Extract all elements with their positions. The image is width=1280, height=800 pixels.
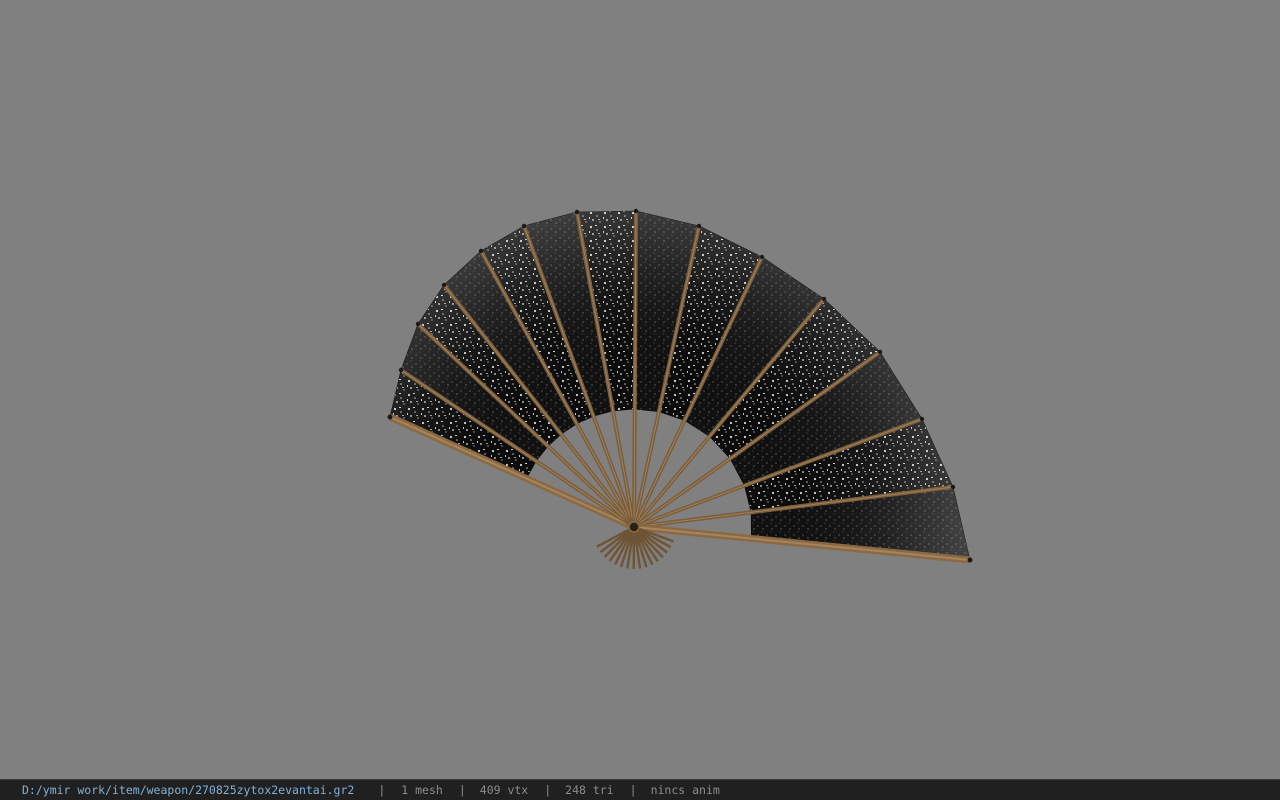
triangle-count-label: 248 tri (565, 783, 614, 797)
fan-rib-tip (415, 321, 421, 327)
fan-rib-tip (821, 296, 827, 302)
mesh-count-label: 1 mesh (401, 783, 443, 797)
vertex-count-label: 409 vtx (479, 783, 529, 797)
fan-rib-tip (967, 557, 973, 563)
fan-rib-tip (398, 367, 404, 373)
fan-rib-tip (521, 223, 527, 229)
fan-rib-tip (696, 223, 702, 229)
file-path-label: D:/ymir work/item/weapon/270825zytox2eva… (22, 783, 355, 797)
status-bar: D:/ymir work/item/weapon/270825zytox2eva… (0, 779, 1280, 800)
status-separator: | (544, 783, 552, 797)
fan-rib-tip (387, 414, 393, 420)
fan-rib-tip (950, 484, 956, 490)
fan-model (387, 208, 973, 570)
fan-rib-tip (633, 208, 639, 214)
fan-rib-tip (759, 254, 765, 260)
fan-rivet (628, 521, 640, 533)
3d-viewport[interactable] (0, 0, 1280, 779)
fan-rib-tip (574, 209, 580, 215)
fan-rib-tip (919, 416, 925, 422)
animation-status-label: nincs anim (650, 783, 720, 797)
status-separator: | (378, 783, 386, 797)
fan-rib-tip (478, 248, 484, 254)
status-separator: | (629, 783, 637, 797)
fan-rib-tip (441, 282, 447, 288)
fan-rib-tip (877, 349, 883, 355)
status-separator: | (458, 783, 466, 797)
